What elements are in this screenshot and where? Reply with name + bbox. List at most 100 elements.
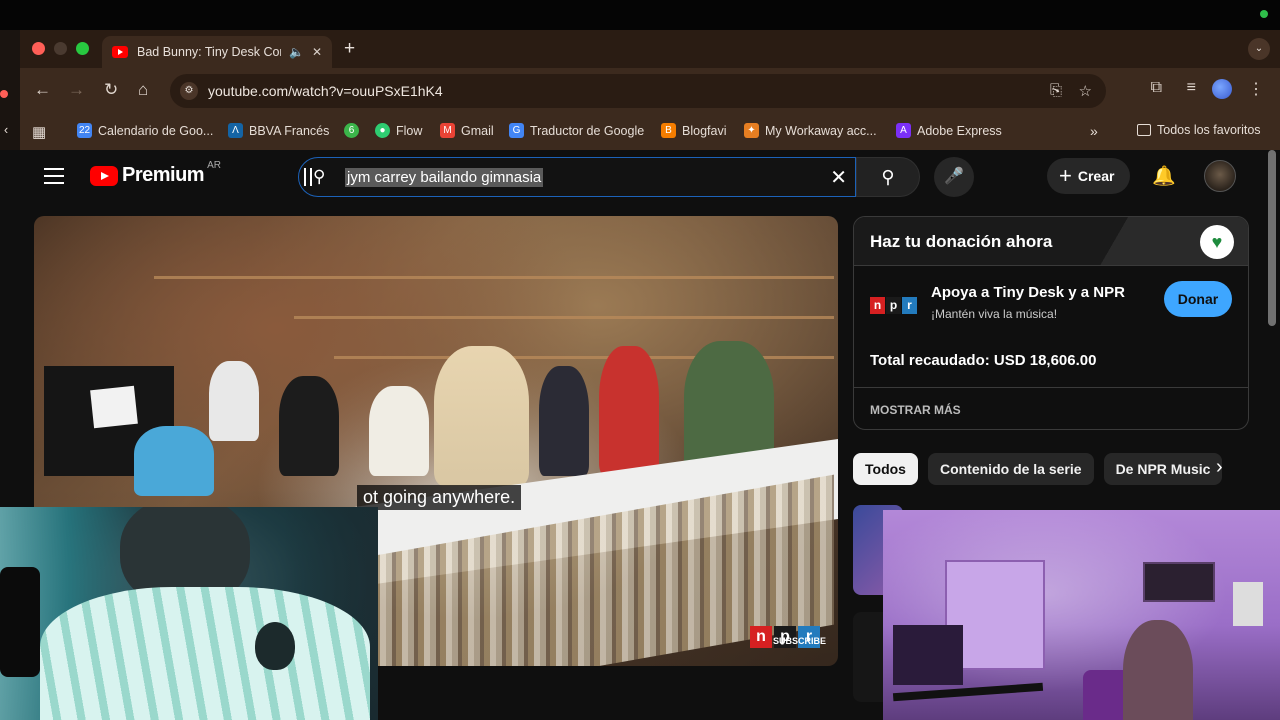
bookmark-label: Flow (396, 123, 423, 138)
video-caption: ot going anywhere. (357, 485, 522, 510)
video-singer (434, 346, 529, 486)
extensions-icon[interactable]: ⧉ (1151, 79, 1162, 97)
bookmark-item[interactable]: 22 Calendario de Goo... (77, 123, 213, 138)
bookmark-label: Traductor de Google (530, 123, 645, 138)
show-more-button[interactable]: MOSTRAR MÁS (870, 403, 961, 417)
voice-search-button[interactable]: 🎤 (934, 157, 974, 197)
window-maximize-button[interactable] (76, 42, 89, 55)
back-icon[interactable]: ← (34, 80, 51, 100)
calendar-icon: 22 (77, 123, 92, 138)
subscribe-watermark[interactable]: SUBSCRIBE (773, 636, 826, 646)
donate-button[interactable]: Donar (1164, 281, 1232, 317)
badge-icon: 6 (344, 123, 359, 138)
menu-icon[interactable] (44, 168, 64, 189)
bookmark-item[interactable]: Λ BBVA Francés (228, 123, 329, 138)
tab-close-icon[interactable]: ✕ (312, 45, 322, 59)
youtube-logo[interactable]: Premium AR (90, 160, 221, 187)
install-app-icon[interactable]: ⎘ (1050, 82, 1062, 99)
bookmark-item[interactable]: ● Flow (375, 123, 422, 138)
tab-search-button[interactable]: ⌄ (1248, 38, 1270, 60)
bbva-icon: Λ (228, 123, 243, 138)
screen: Bad Bunny: Tiny Desk Concert 🔈 ✕ + ⌄ ← →… (0, 0, 1280, 720)
clear-search-icon[interactable]: ✕ (830, 165, 847, 190)
new-tab-button[interactable]: + (344, 38, 355, 60)
menu-kebab-icon[interactable]: ⋮ (1248, 79, 1264, 99)
bookmark-item[interactable]: ✦ My Workaway acc... (744, 123, 877, 138)
shirt-crest (255, 622, 295, 670)
room-shelf (893, 625, 963, 685)
window-minimize-button[interactable] (54, 42, 67, 55)
chip-npr-music[interactable]: De NPR Music (1103, 453, 1223, 485)
page-scrollbar[interactable] (1268, 150, 1276, 326)
tab-title: Bad Bunny: Tiny Desk Concert (137, 45, 281, 59)
translate-icon: G (509, 123, 524, 138)
search-icon: ⚲ (313, 167, 326, 186)
npr-letter: p (886, 297, 901, 314)
video-shelf (294, 316, 834, 319)
filter-chips: Todos Contenido de la serie De NPR Music (853, 453, 1223, 485)
video-shelf (154, 276, 834, 279)
bookmark-label: Adobe Express (917, 123, 1002, 138)
donation-card: Haz tu donación ahora ♥ n p r Apoya a Ti… (853, 216, 1249, 430)
bookmark-item[interactable]: G Traductor de Google (509, 123, 644, 138)
npr-letter: n (750, 626, 772, 648)
search-input[interactable]: jym carrey bailando gimnasia (345, 168, 544, 187)
apps-grid-icon[interactable]: ▦ (32, 123, 46, 141)
donation-org-subtitle: ¡Mantén viva la música! (931, 307, 1058, 321)
bookmark-item[interactable]: B Blogfavi (661, 123, 726, 138)
create-button[interactable]: + Crear (1047, 158, 1131, 194)
wall-artwork (1233, 582, 1263, 626)
npr-letter: n (870, 297, 885, 314)
workaway-icon: ✦ (744, 123, 759, 138)
chevron-right-icon[interactable]: › (1216, 456, 1223, 479)
bookmark-star-icon[interactable]: ☆ (1079, 82, 1092, 100)
chip-all[interactable]: Todos (853, 453, 918, 485)
window-close-button[interactable] (32, 42, 45, 55)
donation-total: Total recaudado: USD 18,606.00 (870, 352, 1097, 369)
home-icon[interactable]: ⌂ (138, 80, 148, 100)
logo-text: Premium (122, 164, 205, 186)
notifications-bell-icon[interactable]: 🔔 (1152, 164, 1176, 188)
more-bookmarks-icon[interactable]: » (1090, 123, 1098, 139)
npr-logo: n p r (870, 297, 917, 314)
donation-org-name: Apoya a Tiny Desk y a NPR (931, 284, 1125, 301)
bookmark-label: Blogfavi (682, 123, 727, 138)
search-button[interactable]: ⚲ (856, 157, 920, 197)
video-musician (134, 426, 214, 496)
video-musician (599, 346, 659, 476)
tab-active[interactable]: Bad Bunny: Tiny Desk Concert 🔈 ✕ (102, 36, 332, 68)
folder-icon (1137, 124, 1151, 136)
video-musician (279, 376, 339, 476)
url-text[interactable]: youtube.com/watch?v=ouuPSxE1hK4 (208, 83, 443, 99)
browser-window: Bad Bunny: Tiny Desk Concert 🔈 ✕ + ⌄ ← →… (4, 30, 1280, 150)
all-favorites-folder[interactable]: Todos los favoritos (1137, 123, 1261, 137)
webcam-overlay-left (0, 507, 378, 720)
heart-hands-icon: ♥ (1200, 225, 1234, 259)
divider (854, 387, 1248, 388)
chip-series-content[interactable]: Contenido de la serie (927, 453, 1094, 485)
search-box[interactable]: ⚲ jym carrey bailando gimnasia ✕ (298, 157, 856, 197)
bookmark-label: BBVA Francés (249, 123, 330, 138)
bookmarks-back-icon[interactable]: ‹ (4, 123, 8, 137)
forward-icon[interactable]: → (68, 80, 85, 100)
bookmark-item[interactable]: M Gmail (440, 123, 494, 138)
webcam-background (883, 510, 1280, 720)
bookmark-item[interactable]: A Adobe Express (896, 123, 1002, 138)
bookmarks-bar: ‹ ▦ 22 Calendario de Goo... Λ BBVA Francés… (4, 116, 1280, 146)
desktop-top-bar (0, 0, 1280, 30)
reload-icon[interactable]: ↻ (104, 80, 118, 100)
account-avatar[interactable] (1204, 160, 1236, 192)
flow-icon: ● (375, 123, 390, 138)
bookmark-label: Calendario de Goo... (98, 123, 214, 138)
youtube-icon (90, 165, 118, 186)
speaker-icon[interactable]: 🔈 (289, 45, 304, 59)
profile-avatar[interactable] (1212, 79, 1232, 99)
media-control-icon[interactable]: ≡ (1187, 79, 1196, 97)
site-info-icon[interactable]: ⚙ (180, 82, 198, 100)
all-favorites-label: Todos los favoritos (1157, 123, 1261, 137)
adobe-express-icon: A (896, 123, 911, 138)
npr-letter: r (902, 297, 917, 314)
address-bar[interactable]: ⚙ youtube.com/watch?v=ouuPSxE1hK4 ⎘ ☆ (170, 74, 1106, 108)
bookmark-item[interactable]: 6 (344, 123, 365, 138)
wall-artwork (1143, 562, 1215, 602)
